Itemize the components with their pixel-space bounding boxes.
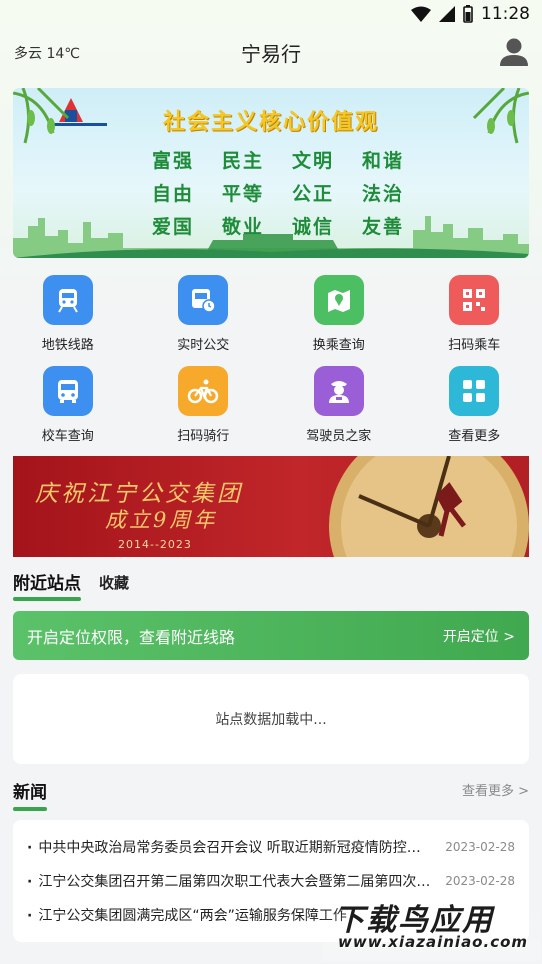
- quick-action-label: 换乘查询: [312, 338, 365, 353]
- driver-icon: [313, 366, 364, 416]
- station-list-card: 站点数据加载中...: [13, 674, 529, 764]
- news-more-link[interactable]: 查看更多 >: [462, 780, 529, 799]
- quick-action-metro[interactable]: 地铁线路: [0, 275, 136, 353]
- core-value: 法治: [361, 183, 404, 205]
- battery-icon: [463, 5, 473, 23]
- core-value: 和谐: [361, 150, 404, 172]
- core-value: 民主: [221, 150, 264, 172]
- city-skyline-illustration: [13, 216, 529, 258]
- core-value: 自由: [151, 183, 194, 205]
- news-headline: 江宁公交集团召开第二届第四次职工代表大会暨第二届第四次工会会员代表大会: [27, 871, 431, 891]
- site-watermark: 下载鸟应用 www.xiazainiao.com: [322, 893, 540, 961]
- clock-illustration: [329, 456, 529, 557]
- qr-code-icon: [449, 275, 500, 325]
- news-title: 新闻: [13, 778, 47, 811]
- loading-text: 站点数据加载中...: [215, 712, 327, 728]
- quick-action-label: 校车查询: [41, 429, 94, 444]
- news-section-header: 新闻 查看更多 >: [13, 778, 529, 811]
- core-values-banner[interactable]: 社会主义核心价值观 富强 民主 文明 和谐 自由 平等 公正 法治 爱国 敬业 …: [13, 88, 529, 258]
- enable-location-bar[interactable]: 开启定位权限，查看附近线路 开启定位 >: [13, 611, 529, 660]
- quick-action-school-bus[interactable]: 校车查询: [0, 366, 136, 444]
- quick-action-label: 查看更多: [448, 429, 501, 444]
- quick-action-more[interactable]: 查看更多: [407, 366, 542, 444]
- anniversary-banner[interactable]: 庆祝江宁公交集团 成立9周年 2014--2023: [13, 456, 529, 557]
- user-profile-icon[interactable]: [498, 36, 530, 68]
- bicycle-icon: [178, 366, 229, 416]
- promo-years: 2014--2023: [118, 538, 192, 551]
- quick-action-scan-ride[interactable]: 扫码乘车: [407, 275, 542, 353]
- signal-icon: [439, 6, 455, 22]
- tab-nearby-stations[interactable]: 附近站点: [13, 569, 81, 601]
- station-tabs: 附近站点 收藏: [13, 569, 129, 601]
- grid-more-icon: [449, 366, 500, 416]
- banner-title: 社会主义核心价值观: [162, 110, 379, 135]
- quick-action-driver-home[interactable]: 驾驶员之家: [271, 366, 407, 444]
- enable-location-button[interactable]: 开启定位 >: [443, 626, 515, 646]
- quick-action-realtime-bus[interactable]: 实时公交: [136, 275, 272, 353]
- core-value: 富强: [151, 150, 194, 172]
- quick-action-label: 驾驶员之家: [306, 429, 372, 444]
- news-date: 2023-02-28: [445, 874, 515, 888]
- promo-subheadline: 成立9周年: [105, 508, 218, 532]
- quick-action-label: 地铁线路: [41, 338, 94, 353]
- core-value: 平等: [221, 183, 264, 205]
- news-date: 2023-02-28: [445, 840, 515, 854]
- status-time: 11:28: [481, 4, 530, 24]
- watermark-url: www.xiazainiao.com: [338, 933, 529, 951]
- quick-action-grid: 地铁线路 实时公交 换乘查询 扫码乘车 校车查询 扫码骑行 驾驶员之家 查看更多: [0, 275, 542, 444]
- news-item[interactable]: 中共中央政治局常务委员会召开会议 听取近期新冠疫情防控工作情况汇报 2023-0…: [27, 830, 515, 864]
- tab-favorites[interactable]: 收藏: [99, 572, 129, 600]
- location-prompt: 开启定位权限，查看附近线路: [27, 627, 236, 647]
- bus-clock-icon: [178, 275, 229, 325]
- quick-action-transfer[interactable]: 换乘查询: [271, 275, 407, 353]
- app-header: 多云 14℃ 宁易行: [0, 32, 542, 72]
- core-value: 文明: [291, 150, 334, 172]
- quick-action-label: 扫码骑行: [177, 429, 230, 444]
- core-value: 公正: [291, 183, 334, 205]
- promo-headline: 庆祝江宁公交集团: [35, 481, 243, 507]
- metro-icon: [42, 275, 93, 325]
- news-headline: 中共中央政治局常务委员会召开会议 听取近期新冠疫情防控工作情况汇报: [27, 837, 431, 857]
- wifi-icon: [411, 6, 431, 22]
- quick-action-label: 实时公交: [177, 338, 230, 353]
- map-pin-icon: [313, 275, 364, 325]
- page-title: 宁易行: [241, 42, 301, 66]
- status-bar: 11:28: [0, 0, 542, 28]
- school-bus-icon: [42, 366, 93, 416]
- quick-action-label: 扫码乘车: [448, 338, 501, 353]
- quick-action-scan-bike[interactable]: 扫码骑行: [136, 366, 272, 444]
